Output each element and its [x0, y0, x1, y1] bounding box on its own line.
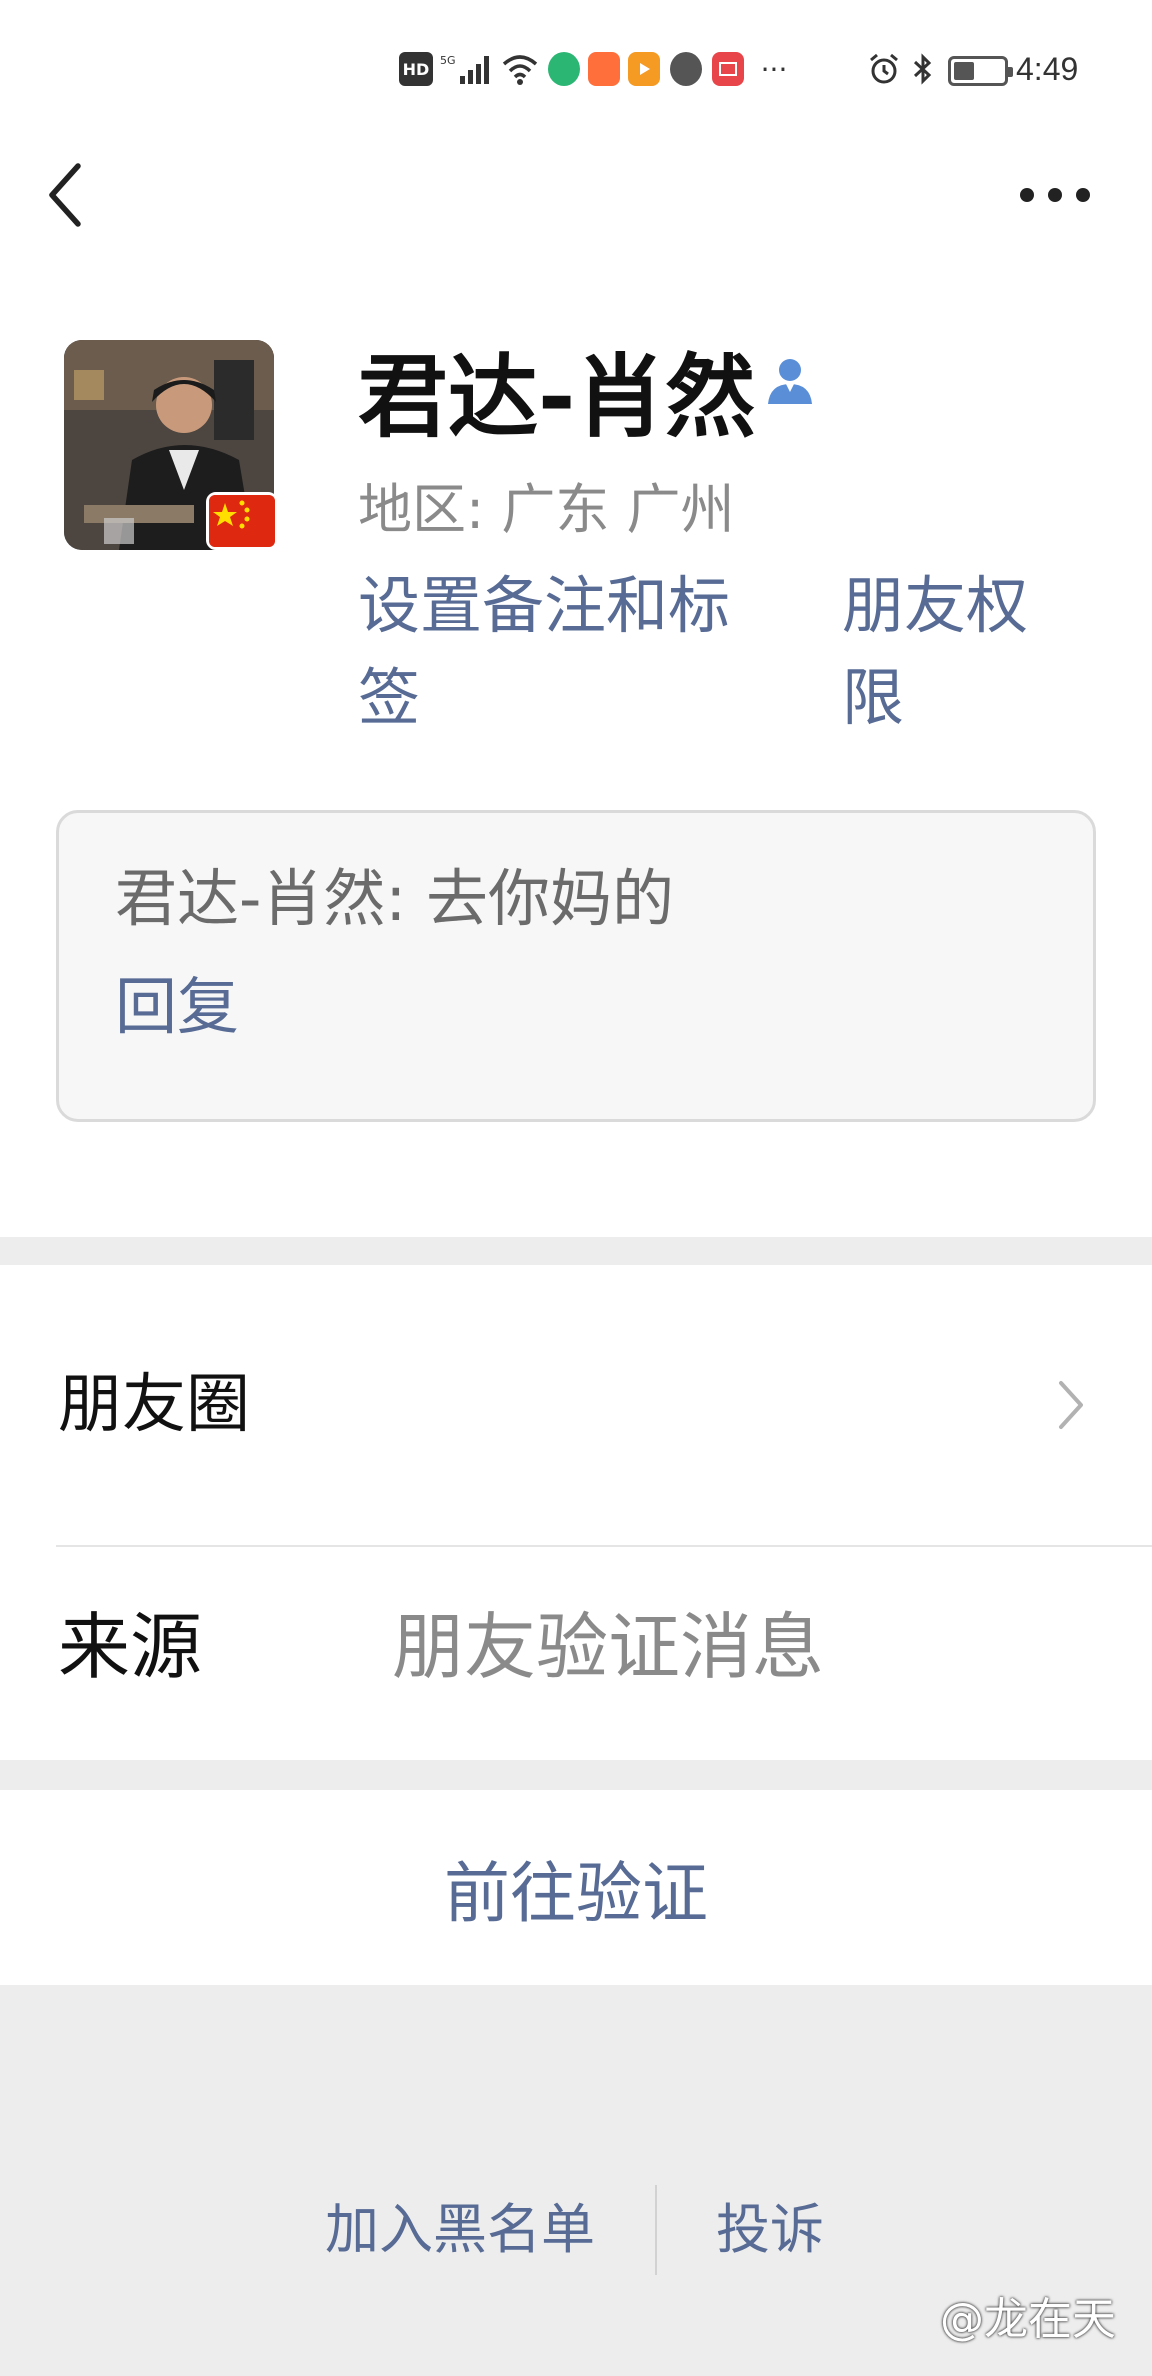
source-value: 朋友验证消息	[392, 1605, 825, 1689]
wifi-icon	[500, 52, 540, 86]
clock-time: 4:49	[1016, 50, 1079, 87]
video-app-icon	[628, 52, 660, 86]
moments-label: 朋友圈	[58, 1368, 250, 1442]
action-divider	[655, 2185, 657, 2275]
contact-name: 君达-肖然	[358, 345, 756, 450]
verify-section: 前往验证	[0, 1790, 1152, 1985]
friend-permission-link[interactable]: 朋友权限	[842, 560, 1062, 744]
app-notification-icon	[588, 52, 620, 86]
hd-icon: HD	[399, 52, 433, 86]
contact-person-icon	[762, 352, 818, 408]
add-to-blacklist-button[interactable]: 加入黑名单	[310, 2180, 610, 2280]
battery-icon	[948, 56, 1013, 86]
greeting-message-box: 君达-肖然: 去你妈的 回复	[56, 810, 1096, 1122]
browser-app-icon	[670, 52, 702, 86]
go-verify-button[interactable]: 前往验证	[0, 1790, 1152, 1985]
status-bar: HD 5G ··· 4:49	[0, 0, 1152, 130]
cellular-signal-icon: 5G	[440, 52, 492, 86]
more-dots-icon[interactable]	[1010, 170, 1100, 220]
watermark-text: @龙在天	[940, 2294, 1116, 2345]
chevron-right-icon	[1056, 1377, 1086, 1433]
region-text: 地区: 广东 广州	[358, 478, 735, 541]
moments-row[interactable]: 朋友圈	[0, 1265, 1152, 1545]
info-list: 朋友圈 来源 朋友验证消息	[0, 1265, 1152, 1760]
row-divider	[56, 1545, 1152, 1547]
svg-text:5G: 5G	[440, 54, 456, 67]
set-remark-tags-link[interactable]: 设置备注和标签	[358, 560, 778, 744]
profile-card: 君达-肖然 地区: 广东 广州 设置备注和标签 朋友权限 君达-肖然: 去你妈的…	[0, 260, 1152, 1237]
greeting-message-text: 君达-肖然: 去你妈的	[115, 862, 674, 935]
back-arrow-icon[interactable]	[40, 160, 100, 230]
nav-bar	[0, 130, 1152, 260]
report-button[interactable]: 投诉	[700, 2180, 840, 2280]
app-notification-icon	[548, 52, 580, 86]
reply-link[interactable]: 回复	[115, 961, 239, 1053]
alarm-icon	[866, 52, 902, 86]
china-flag-icon	[206, 492, 278, 550]
source-label: 来源	[58, 1605, 203, 1689]
book-app-icon	[712, 52, 744, 86]
bluetooth-icon	[908, 52, 938, 86]
more-notifications-icon: ···	[760, 52, 788, 86]
